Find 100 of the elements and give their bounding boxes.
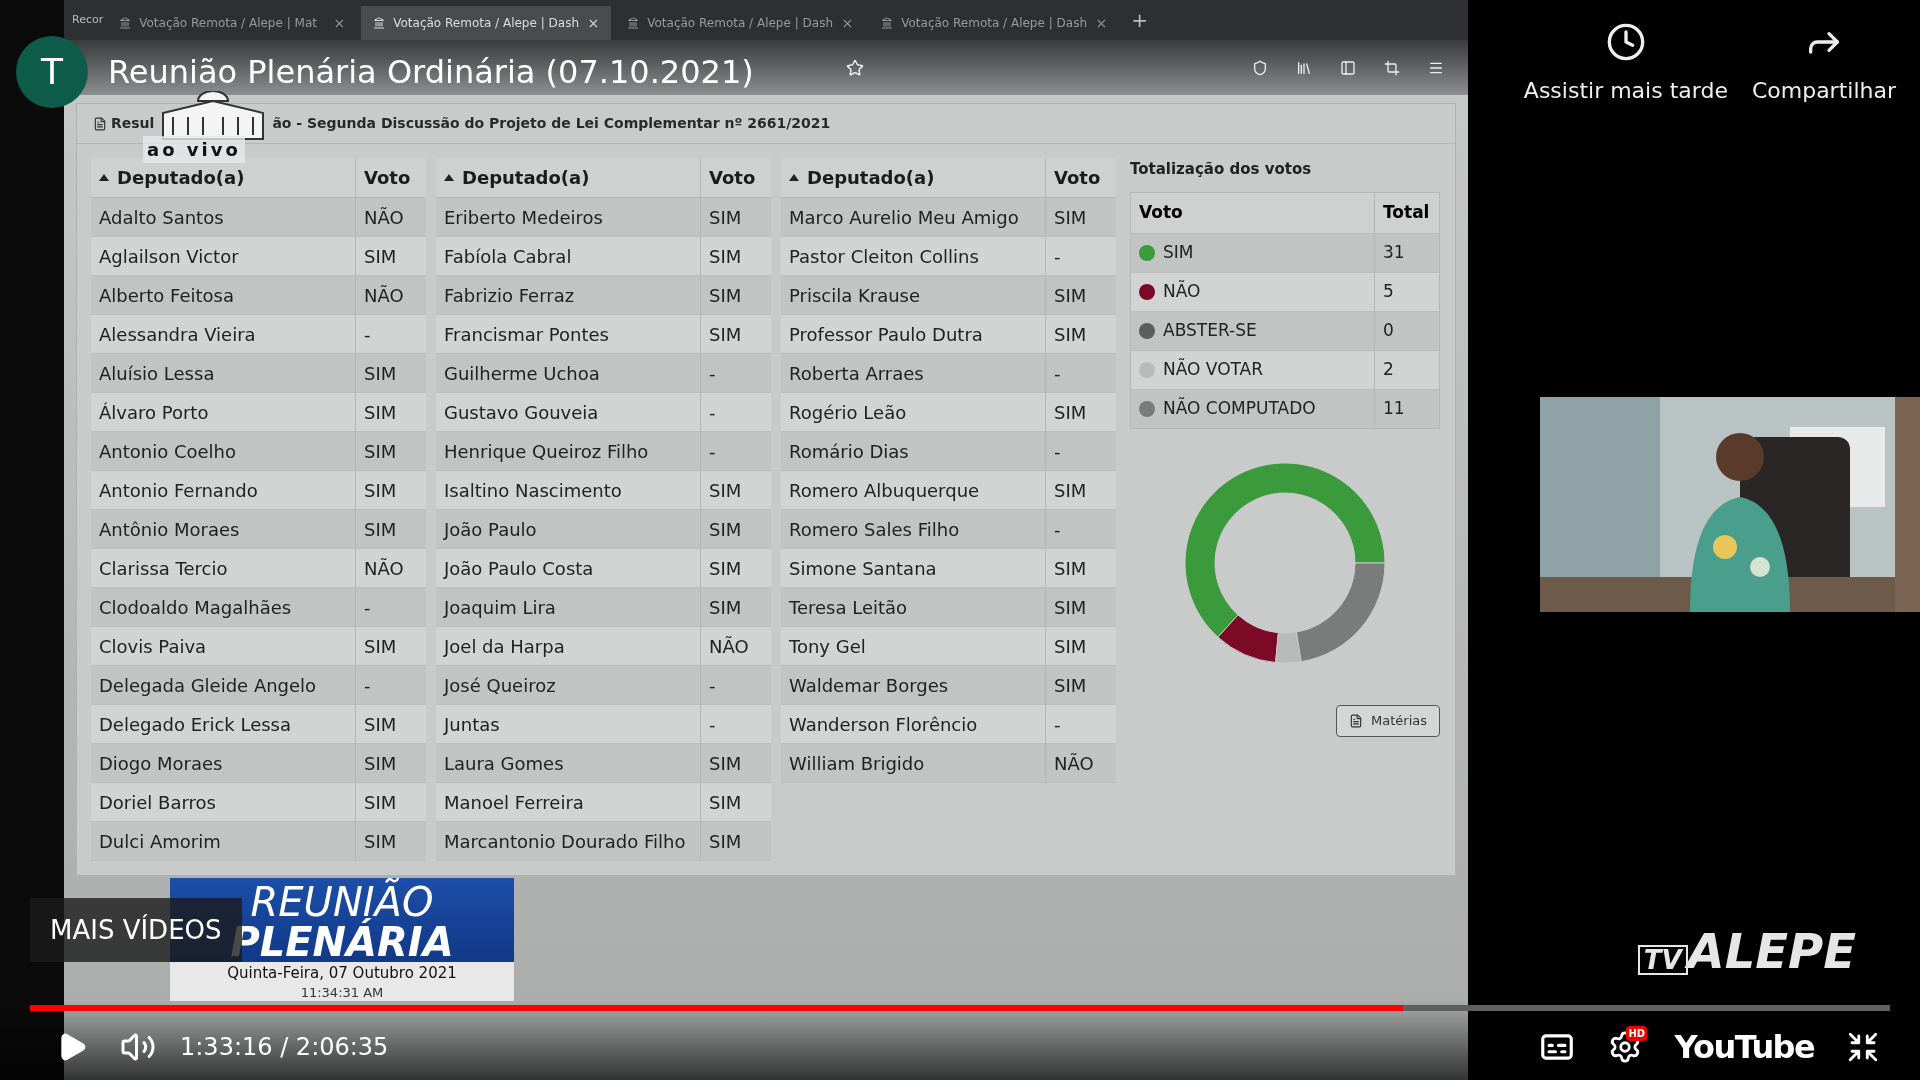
table-cell-text: Wanderson Florêncio [789, 712, 978, 737]
bookmark-star-icon[interactable] [846, 58, 864, 77]
table-cell-text: SIM [364, 790, 397, 815]
table-cell-text: SIM [1054, 400, 1087, 425]
tab-favicon-icon [627, 17, 640, 29]
table-cell-text: João Paulo [444, 517, 537, 542]
table-cell-text: Guilherme Uchoa [444, 361, 600, 386]
shield-icon[interactable] [1252, 59, 1268, 76]
table-cell-text: SIM [364, 478, 397, 503]
table-cell-text: Manoel Ferreira [444, 790, 584, 815]
table-cell-text: SIM [709, 556, 742, 581]
overlay-action-button[interactable]: Compartilhar [1751, 22, 1896, 107]
table-cell-text: SIM [709, 205, 742, 230]
column-header[interactable]: Deputado(a) [807, 164, 935, 191]
table-cell-text: Professor Paulo Dutra [789, 322, 983, 347]
table-cell-text: Antonio Coelho [99, 439, 236, 464]
table-cell-text: Roberta Arraes [789, 361, 924, 386]
exit-fullscreen-icon[interactable] [1846, 1030, 1880, 1064]
materias-button[interactable]: Matérias [1336, 705, 1440, 737]
table-cell-text: - [709, 361, 716, 386]
table-cell-text: Delegado Erick Lessa [99, 712, 291, 737]
more-videos-button[interactable]: MAIS VÍDEOS [30, 898, 242, 962]
youtube-logo[interactable]: YouTube [1674, 1023, 1814, 1071]
table-cell-text: Tony Gel [789, 634, 866, 659]
table-cell-text: SIM [1054, 283, 1087, 308]
overlay-action-button[interactable]: Assistir mais tarde [1523, 22, 1728, 107]
new-tab-button[interactable]: + [1123, 5, 1156, 35]
sort-icon[interactable] [99, 174, 109, 181]
table-cell-text: Waldemar Borges [789, 673, 949, 698]
table-cell-text: SIM [1054, 205, 1087, 230]
browser-tab[interactable]: Votação Remota / Alepe | Dash × [869, 6, 1120, 40]
table-cell-text: Alessandra Vieira [99, 322, 256, 347]
table-cell-text: 0 [1382, 319, 1395, 343]
table-cell-text: Gustavo Gouveia [444, 400, 599, 425]
table-cell-text: SIM [364, 244, 397, 269]
table-cell-text: SIM [1163, 241, 1194, 265]
table-cell-text: SIM [1054, 634, 1087, 659]
panel-title: Resul [111, 114, 155, 133]
table-cell-text: Priscila Krause [789, 283, 921, 308]
table-cell-text: SIM [709, 478, 742, 503]
table-cell-text: Laura Gomes [444, 751, 564, 776]
table-cell-text: - [709, 439, 716, 464]
table-cell-text: NÃO [364, 283, 404, 308]
table-cell-text: 5 [1382, 280, 1395, 304]
table-cell-text: Marco Aurelio Meu Amigo [789, 205, 1019, 230]
time-display: 1:33:16 / 2:06:35 [180, 1032, 389, 1063]
library-icon[interactable] [1296, 59, 1312, 76]
clock-icon [1605, 22, 1646, 62]
table-cell-text: SIM [364, 439, 397, 464]
browser-tab[interactable]: Votação Remota / Alepe | Mat × [107, 6, 358, 40]
table-cell-text: NÃO VOTAR [1163, 357, 1264, 382]
table-cell-text: SIM [709, 790, 742, 815]
table-cell-text: NÃO [709, 634, 749, 659]
tab-favicon-icon [373, 17, 386, 29]
table-cell-text: - [364, 322, 371, 347]
table-cell-text: Romário Dias [789, 439, 909, 464]
table-cell-text: SIM [364, 361, 397, 386]
table-cell-text: Fabrizio Ferraz [444, 283, 575, 308]
tab-favicon-icon [119, 17, 132, 29]
table-cell-text: SIM [1054, 478, 1087, 503]
table-cell-text: - [364, 595, 371, 620]
sort-icon[interactable] [789, 174, 799, 181]
table-cell-text: 11 [1382, 397, 1406, 421]
document-icon [1349, 714, 1363, 728]
table-cell-text: - [1054, 244, 1061, 269]
tab-close-button[interactable]: × [841, 12, 854, 34]
table-cell-text: - [1054, 712, 1061, 737]
sidebar-icon[interactable] [1340, 59, 1356, 76]
table-cell-text: SIM [364, 829, 397, 854]
sort-icon[interactable] [444, 174, 454, 181]
recording-label: Recor [72, 11, 104, 28]
table-cell-text: - [1054, 517, 1061, 542]
column-header[interactable]: Deputado(a) [462, 164, 590, 191]
browser-tab[interactable]: Votação Remota / Alepe | Dash × [615, 6, 866, 40]
table-cell-text: Juntas [444, 712, 500, 737]
table-cell-text: SIM [364, 712, 397, 737]
tab-close-button[interactable]: × [587, 12, 600, 34]
table-cell-text: João Paulo Costa [444, 556, 594, 581]
table-cell-text: Álvaro Porto [99, 400, 209, 425]
table-cell-text: 2 [1382, 358, 1395, 382]
table-cell-text: NÃO COMPUTADO [1163, 396, 1316, 421]
tab-close-button[interactable]: × [1095, 12, 1108, 34]
table-cell-text: ABSTER-SE [1163, 319, 1257, 343]
table-cell-text: SIM [709, 244, 742, 269]
totals-title: Totalização dos votos [1130, 159, 1313, 180]
table-cell-text: Simone Santana [789, 556, 937, 581]
column-header: Voto [364, 166, 411, 190]
table-cell-text: Aglailson Victor [99, 244, 239, 269]
tab-close-button[interactable]: × [333, 12, 346, 34]
crop-icon[interactable] [1384, 59, 1400, 76]
progress-track[interactable] [30, 1005, 1890, 1011]
column-header[interactable]: Deputado(a) [117, 164, 245, 191]
table-cell-text: Teresa Leitão [789, 595, 908, 620]
browser-tab[interactable]: Votação Remota / Alepe | Dash × [361, 6, 612, 40]
table-cell-text: Fabíola Cabral [444, 244, 572, 269]
table-cell-text: Romero Sales Filho [789, 517, 960, 542]
table-cell-text: NÃO [1054, 751, 1094, 776]
table-cell-text: Alberto Feitosa [99, 283, 234, 308]
table-cell-text: SIM [364, 400, 397, 425]
table-cell-text: Antônio Moraes [99, 517, 240, 542]
